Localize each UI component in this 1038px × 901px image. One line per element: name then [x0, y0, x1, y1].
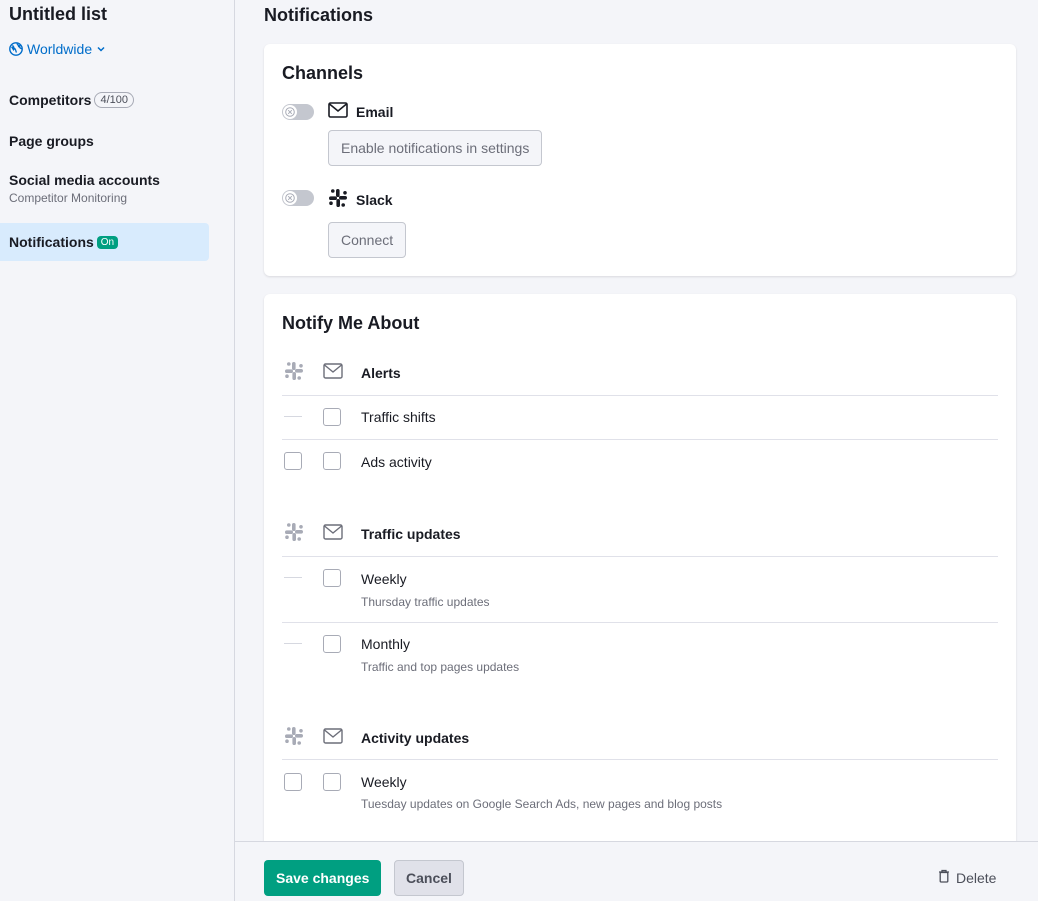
- slack-icon: [284, 726, 304, 751]
- channels-title: Channels: [282, 63, 364, 83]
- row-label: Weekly: [361, 571, 407, 587]
- delete-label: Delete: [956, 869, 997, 886]
- sidebar-item-page-groups[interactable]: Page groups: [0, 129, 209, 153]
- notify-title: Notify Me About: [282, 313, 420, 333]
- footer-bar: Save changes Cancel Delete: [235, 841, 1038, 901]
- list-title: Untitled list: [9, 4, 107, 24]
- mail-icon: [328, 102, 348, 121]
- group-label: Traffic updates: [361, 526, 461, 542]
- row-sublabel: Traffic and top pages updates: [361, 660, 520, 674]
- row-sublabel: Thursday traffic updates: [361, 595, 490, 609]
- email-checkbox-weekly-traffic[interactable]: [323, 569, 341, 587]
- sidebar: Untitled list Worldwide Competitors 4/10…: [0, 0, 235, 901]
- list-item: Weekly Tuesday updates on Google Search …: [282, 760, 998, 824]
- sidebar-item-label: Page groups: [9, 133, 94, 149]
- toggle-off-icon: [283, 105, 297, 119]
- slack-unavailable-indicator: [284, 577, 302, 578]
- page-title: Notifications: [264, 5, 374, 25]
- slack-label: Slack: [356, 191, 393, 208]
- email-toggle[interactable]: [282, 104, 314, 120]
- row-label: Weekly: [361, 774, 407, 790]
- trash-icon: [938, 869, 950, 886]
- mail-icon: [323, 727, 343, 749]
- slack-toggle[interactable]: [282, 190, 314, 206]
- competitors-count-badge: 4/100: [94, 92, 134, 108]
- mail-icon: [323, 362, 343, 384]
- toggle-off-icon: [283, 191, 297, 205]
- slack-checkbox-ads-activity[interactable]: [284, 452, 302, 470]
- sidebar-item-label: Notifications: [9, 234, 94, 250]
- row-label: Traffic shifts: [361, 409, 436, 425]
- sidebar-item-label: Social media accounts: [9, 172, 160, 188]
- channels-card: Channels Email Enable notifications in s…: [264, 44, 1016, 276]
- sidebar-item-notifications[interactable]: Notifications On: [0, 223, 209, 261]
- region-label: Worldwide: [27, 41, 93, 57]
- mail-icon: [323, 523, 343, 545]
- list-item: Weekly Thursday traffic updates: [282, 557, 998, 622]
- email-checkbox-weekly-activity[interactable]: [323, 773, 341, 791]
- group-header-traffic-updates: Traffic updates: [282, 514, 998, 554]
- email-label: Email: [356, 103, 394, 120]
- email-checkbox-traffic-shifts[interactable]: [323, 408, 341, 426]
- row-label: Ads activity: [361, 454, 432, 470]
- save-changes-button[interactable]: Save changes: [264, 860, 382, 896]
- slack-unavailable-indicator: [284, 643, 302, 644]
- connect-slack-button[interactable]: Connect: [328, 222, 407, 258]
- email-checkbox-monthly-traffic[interactable]: [323, 635, 341, 653]
- row-sublabel: Tuesday updates on Google Search Ads, ne…: [361, 797, 723, 811]
- globe-icon: [9, 42, 23, 56]
- group-label: Alerts: [361, 365, 401, 381]
- enable-notifications-button[interactable]: Enable notifications in settings: [328, 130, 543, 166]
- list-item: Monthly Traffic and top pages updates: [282, 623, 998, 687]
- sidebar-item-social-media-accounts[interactable]: Social media accounts Competitor Monitor…: [0, 172, 209, 212]
- slack-channel-label: Slack: [328, 188, 393, 211]
- notify-card: Notify Me About Alerts Traffic shifts Ad…: [264, 294, 1016, 854]
- status-badge: On: [96, 235, 119, 249]
- group-header-activity-updates: Activity updates: [282, 718, 998, 758]
- email-checkbox-ads-activity[interactable]: [323, 452, 341, 470]
- delete-button[interactable]: Delete: [938, 869, 996, 886]
- group-label: Activity updates: [361, 730, 470, 746]
- sidebar-item-competitors[interactable]: Competitors 4/100: [0, 88, 209, 112]
- slack-icon: [284, 361, 304, 386]
- list-item: Traffic shifts: [282, 396, 998, 439]
- group-header-alerts: Alerts: [282, 353, 998, 393]
- list-item: Ads activity: [282, 440, 998, 484]
- slack-icon: [284, 522, 304, 547]
- region-selector[interactable]: Worldwide: [9, 41, 106, 57]
- slack-checkbox-weekly-activity[interactable]: [284, 773, 302, 791]
- main-content: Notifications Channels Email Enable noti…: [235, 0, 1038, 901]
- row-label: Monthly: [361, 636, 411, 652]
- slack-icon: [328, 188, 348, 211]
- email-channel-label: Email: [328, 102, 393, 121]
- slack-unavailable-indicator: [284, 416, 302, 417]
- chevron-down-icon: [96, 44, 106, 54]
- cancel-button[interactable]: Cancel: [394, 860, 464, 896]
- sidebar-item-sublabel: Competitor Monitoring: [9, 191, 128, 205]
- sidebar-item-label: Competitors: [9, 92, 92, 108]
